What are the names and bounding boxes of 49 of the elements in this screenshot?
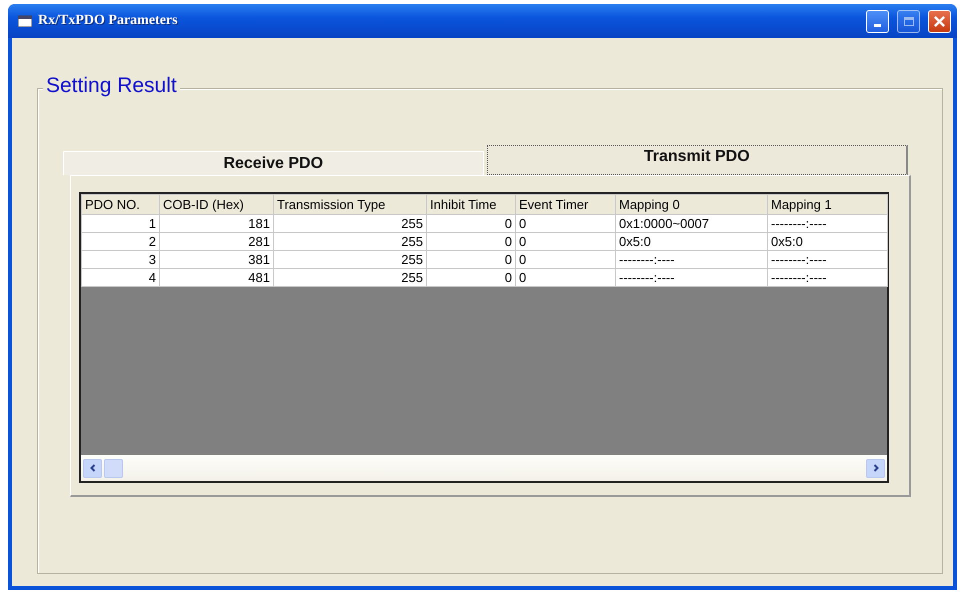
table-cell: 0 <box>426 268 516 286</box>
column-header[interactable]: Mapping 1 <box>768 194 888 214</box>
column-header[interactable]: Mapping 0 <box>616 194 768 214</box>
tab[interactable]: Transmit PDO <box>486 145 908 175</box>
chevron-left-icon <box>88 463 98 473</box>
horizontal-scrollbar[interactable] <box>81 455 887 481</box>
table-cell: 0x5:0 <box>768 232 888 250</box>
table-cell: 3 <box>82 250 160 268</box>
table-cell: --------:---- <box>616 250 768 268</box>
table-cell: --------:---- <box>616 268 768 286</box>
table-cell: --------:---- <box>768 268 888 286</box>
table-cell: 255 <box>274 214 426 232</box>
table-cell: 255 <box>274 232 426 250</box>
table-cell: 181 <box>160 214 274 232</box>
column-header[interactable]: COB-ID (Hex) <box>160 194 274 214</box>
table-cell: 0x1:0000~0007 <box>616 214 768 232</box>
table-cell: 0 <box>516 214 616 232</box>
tab[interactable]: Receive PDO <box>63 151 484 175</box>
table-cell: 255 <box>274 268 426 286</box>
table-cell: 0 <box>426 214 516 232</box>
maximize-button[interactable] <box>897 10 920 32</box>
table-cell: 0x5:0 <box>616 232 768 250</box>
column-header[interactable]: Inhibit Time <box>426 194 516 214</box>
table-cell: 0 <box>426 232 516 250</box>
table-cell: 2 <box>82 232 160 250</box>
column-header[interactable]: PDO NO. <box>82 194 160 214</box>
scroll-left-button[interactable] <box>83 458 102 478</box>
table-cell: 0 <box>516 232 616 250</box>
column-header[interactable]: Event Timer <box>516 194 616 214</box>
table-cell: 281 <box>160 232 274 250</box>
group-title: Setting Result <box>43 74 180 98</box>
table-cell: 255 <box>274 250 426 268</box>
table-cell: 4 <box>82 268 160 286</box>
table-cell: 381 <box>160 250 274 268</box>
column-header[interactable]: Transmission Type <box>274 194 426 214</box>
scroll-thumb[interactable] <box>104 458 123 478</box>
window-title: Rx/TxPDO Parameters <box>38 13 178 29</box>
table-cell: --------:---- <box>768 214 888 232</box>
window-icon <box>18 15 32 27</box>
table-cell: 0 <box>516 250 616 268</box>
table-cell: 0 <box>426 250 516 268</box>
minimize-button[interactable] <box>866 10 889 32</box>
table-cell: 481 <box>160 268 274 286</box>
scroll-right-button[interactable] <box>866 458 885 478</box>
table-cell: 1 <box>82 214 160 232</box>
table-cell: 0 <box>516 268 616 286</box>
close-button[interactable] <box>928 10 951 32</box>
close-icon <box>933 14 946 28</box>
table-cell: --------:---- <box>768 250 888 268</box>
